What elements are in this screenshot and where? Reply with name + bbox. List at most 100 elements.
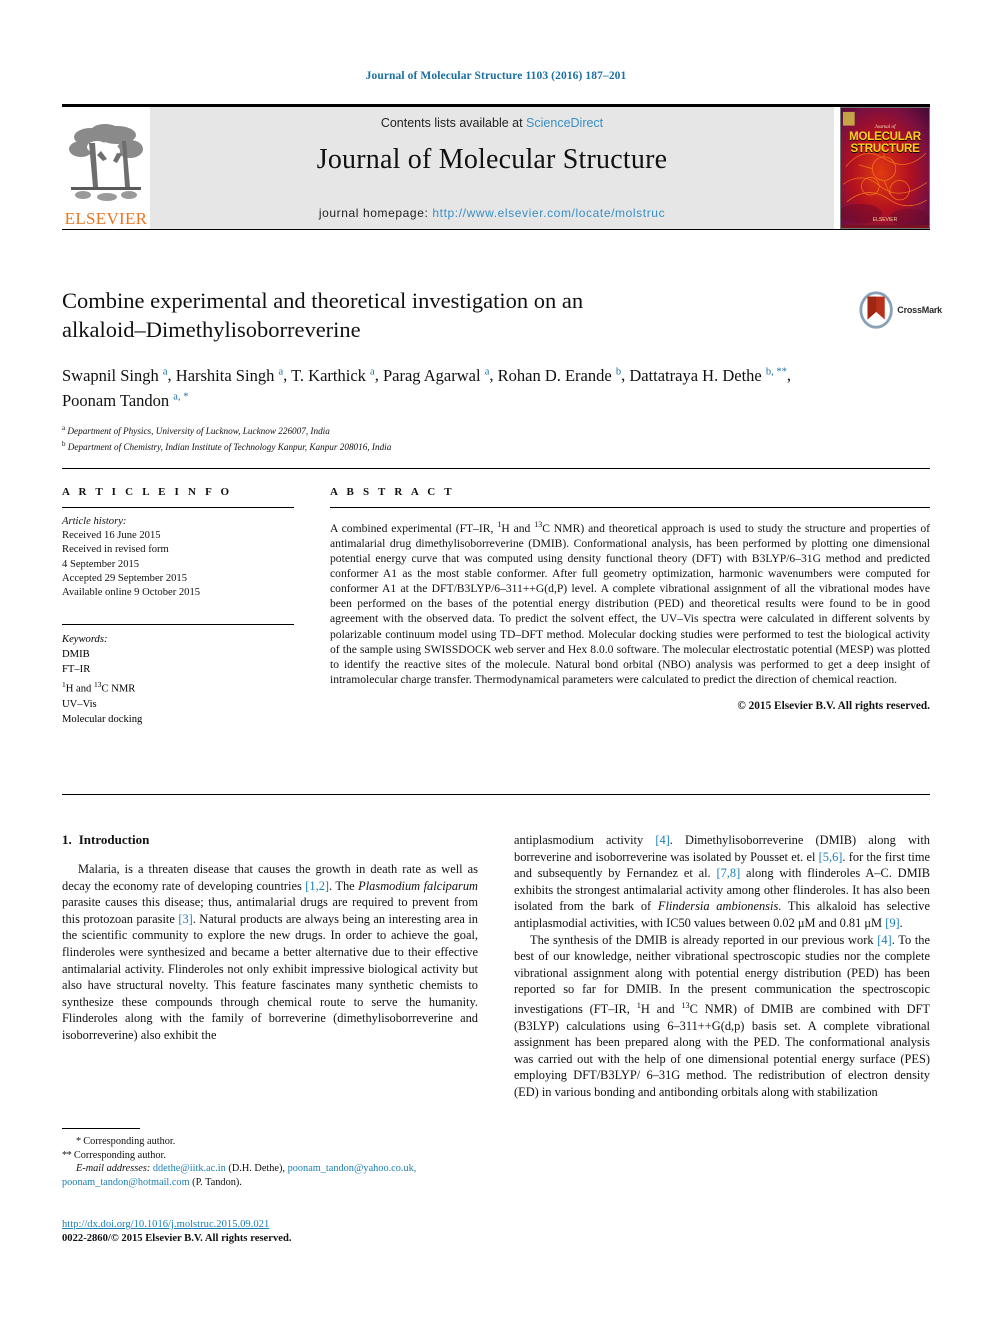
journal-homepage-line: journal homepage: http://www.elsevier.co… <box>150 206 834 220</box>
affiliation-text: Department of Physics, University of Luc… <box>67 426 330 437</box>
author-name: Dattatraya H. Dethe <box>629 365 762 385</box>
section-heading-introduction: 1. Introduction <box>62 832 478 848</box>
author-affiliation-mark: b, ** <box>765 366 787 377</box>
history-item: Received in revised form <box>62 544 169 556</box>
abstract-bottom-rule <box>62 794 930 795</box>
email-owner-dethe: (D.H. Dethe), <box>228 1163 286 1175</box>
article-info-column: A R T I C L E I N F O Article history: R… <box>62 486 294 727</box>
author-sep: , <box>283 365 292 385</box>
footnote-corresponding-1: * Corresponding author. <box>62 1135 478 1149</box>
author-sep: , <box>786 365 791 385</box>
contents-prefix: Contents lists available at <box>380 116 527 130</box>
footnote-corresponding-2: ** Corresponding author. <box>62 1149 478 1163</box>
journal-cover-thumbnail: Journal of MOLECULAR STRUCTURE ELSEVIER <box>840 107 930 229</box>
footnote-emails: E-mail addresses: ddethe@iitk.ac.in (D.H… <box>62 1162 478 1189</box>
affiliation-list: a Department of Physics, University of L… <box>62 422 842 453</box>
page-title: Combine experimental and theoretical inv… <box>62 286 842 344</box>
author-entry: Rohan D. Erande b <box>498 366 621 385</box>
footnote-mark: ** <box>62 1149 72 1161</box>
keywords-list: Keywords: DMIB FT–IR 1H and 13C NMR UV–V… <box>62 632 294 727</box>
footnote-text: Corresponding author. <box>83 1136 176 1147</box>
keyword-item: 1H and 13C NMR <box>62 680 136 695</box>
article-history: Article history: Received 16 June 2015 R… <box>62 515 294 600</box>
footnote-rule <box>62 1128 140 1129</box>
author-name: Swapnil Singh <box>62 365 159 385</box>
abstract-body: A combined experimental (FT–IR, 1H and 1… <box>330 520 930 686</box>
cover-title-line1: MOLECULAR <box>849 131 921 143</box>
citation-ref[interactable]: [4] <box>655 833 669 847</box>
footnote-block: * Corresponding author. ** Corresponding… <box>62 1128 478 1189</box>
citation-ref[interactable]: [1,2] <box>305 879 329 893</box>
author-name: Harshita Singh <box>175 365 275 385</box>
paper-title-line2: alkaloid–Dimethylisoborreverine <box>62 317 361 342</box>
email-addresses-label: E-mail addresses: <box>76 1163 151 1175</box>
author-name: Poonam Tandon <box>62 391 170 410</box>
section-title: Introduction <box>78 832 150 847</box>
history-item: Received 16 June 2015 <box>62 530 161 542</box>
keywords-rule <box>62 624 294 626</box>
keyword-item: FT–IR <box>62 664 91 676</box>
elsevier-logo: ELSEVIER <box>62 107 150 229</box>
masthead-body: ELSEVIER Contents lists available at Sci… <box>62 107 930 229</box>
abstract-heading: A B S T R A C T <box>330 486 455 498</box>
article-history-label: Article history: <box>62 516 127 527</box>
contents-available-line: Contents lists available at ScienceDirec… <box>150 116 834 130</box>
intro-paragraph-right-2: The synthesis of the DMIB is already rep… <box>514 932 930 1100</box>
elsevier-wordmark: ELSEVIER <box>64 209 148 228</box>
doi-link[interactable]: http://dx.doi.org/10.1016/j.molstruc.201… <box>62 1218 482 1232</box>
affiliation-text: Department of Chemistry, Indian Institut… <box>67 441 392 452</box>
sciencedirect-link[interactable]: ScienceDirect <box>526 116 603 130</box>
crossmark-badge[interactable]: CrossMark <box>858 288 942 332</box>
citation-ref[interactable]: [5,6] <box>819 850 843 864</box>
cover-publisher-mark: ELSEVIER <box>872 217 898 223</box>
author-name: Rohan D. Erande <box>497 365 612 385</box>
affiliation-mark: a <box>62 424 66 432</box>
history-item: Available online 9 October 2015 <box>62 587 201 599</box>
keyword-item: UV–Vis <box>62 698 97 710</box>
abstract-rule <box>330 507 930 508</box>
homepage-url-link[interactable]: http://www.elsevier.com/locate/molstruc <box>432 206 665 220</box>
info-section-top-rule <box>62 468 930 469</box>
affiliation-item: b Department of Chemistry, Indian Instit… <box>62 438 842 454</box>
author-list: Swapnil Singh a, Harshita Singh a, T. Ka… <box>62 361 842 412</box>
author-affiliation-mark: a, * <box>173 391 189 403</box>
history-item: Accepted 29 September 2015 <box>62 572 188 584</box>
email-link-dethe[interactable]: ddethe@iitk.ac.in <box>153 1163 226 1174</box>
email-link-tandon-yahoo[interactable]: poonam_tandon@yahoo.co.uk, <box>288 1163 417 1174</box>
paper-page: Journal of Molecular Structure 1103 (201… <box>0 0 992 1323</box>
author-sep: , <box>489 365 498 385</box>
history-item: 4 September 2015 <box>62 558 140 570</box>
running-head: Journal of Molecular Structure 1103 (201… <box>365 70 627 82</box>
author-name: Parag Agarwal <box>382 365 481 385</box>
intro-paragraph-left: Malaria, is a threaten disease that caus… <box>62 862 478 1042</box>
affiliation-item: a Department of Physics, University of L… <box>62 422 842 438</box>
abstract-copyright: © 2015 Elsevier B.V. All rights reserved… <box>737 699 930 712</box>
doi-block: http://dx.doi.org/10.1016/j.molstruc.201… <box>62 1218 482 1247</box>
citation-ref[interactable]: [3] <box>178 912 192 926</box>
email-link-tandon-hotmail[interactable]: poonam_tandon@hotmail.com <box>62 1177 190 1188</box>
issn-copyright-line: 0022-2860/© 2015 Elsevier B.V. All right… <box>62 1233 292 1244</box>
keyword-item: Molecular docking <box>62 713 143 725</box>
author-entry: T. Karthick a <box>291 366 375 385</box>
cover-small-label: Journal of <box>874 125 896 130</box>
cover-title-line2: STRUCTURE <box>850 143 920 155</box>
author-entry: Poonam Tandon a, * <box>62 391 188 410</box>
affiliation-mark: b <box>62 439 66 448</box>
intro-paragraph-right-1: antiplasmodium activity [4]. Dimethyliso… <box>514 833 931 930</box>
crossmark-icon <box>859 291 893 329</box>
author-entry: Parag Agarwal a <box>383 366 489 385</box>
journal-masthead: ELSEVIER Contents lists available at Sci… <box>62 104 930 230</box>
footnote-text: Corresponding author. <box>73 1149 166 1161</box>
cover-title: MOLECULAR STRUCTURE <box>841 131 929 155</box>
body-left-column: 1. Introduction Malaria, is a threaten di… <box>62 832 478 1044</box>
citation-ref[interactable]: [7,8] <box>716 866 740 880</box>
elsevier-tree-icon <box>69 124 143 201</box>
title-block: Combine experimental and theoretical inv… <box>62 286 842 453</box>
author-entry: Harshita Singh a <box>176 366 283 385</box>
journal-title: Journal of Molecular Structure <box>316 144 668 175</box>
masthead-center-band: Contents lists available at ScienceDirec… <box>150 107 834 229</box>
citation-ref[interactable]: [9] <box>885 916 899 930</box>
paper-title-line1: Combine experimental and theoretical inv… <box>62 288 584 313</box>
body-right-column: antiplasmodium activity [4]. Dimethyliso… <box>514 832 930 1101</box>
citation-ref[interactable]: [4] <box>877 933 891 947</box>
